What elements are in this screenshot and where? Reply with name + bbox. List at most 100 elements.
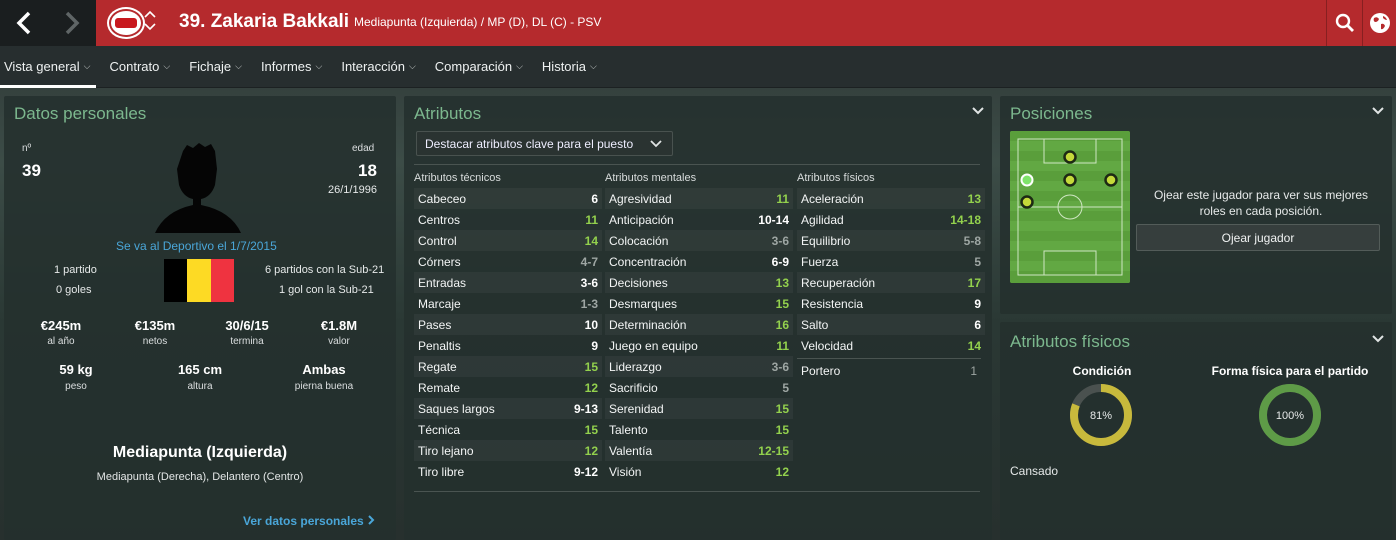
- attribute-row[interactable]: Recuperación 17: [797, 272, 985, 293]
- attribute-row[interactable]: Pases 10: [414, 314, 602, 335]
- attribute-row[interactable]: Aceleración 13: [797, 188, 985, 209]
- highlight-dropdown[interactable]: Destacar atributos clave para el puesto: [416, 131, 673, 156]
- flag-stripe-2: [187, 259, 211, 302]
- attribute-row[interactable]: Anticipación 10-14: [605, 209, 793, 230]
- attribute-row[interactable]: Tiro lejano 12: [414, 440, 602, 461]
- club-switch-arrows[interactable]: [144, 9, 156, 35]
- chevron-down-icon: [1372, 107, 1384, 115]
- menu-contrato[interactable]: Contrato ⌵: [105, 46, 170, 88]
- date-of-birth: 26/1/1996: [328, 184, 377, 196]
- attribute-row[interactable]: Remate 12: [414, 377, 602, 398]
- attribute-row[interactable]: Decisiones 13: [605, 272, 793, 293]
- attribute-row[interactable]: Juego en equipo 11: [605, 335, 793, 356]
- attribute-row[interactable]: Valentía 12-15: [605, 440, 793, 461]
- attribute-row[interactable]: Velocidad 14: [797, 335, 985, 356]
- attribute-name: Resistencia: [801, 296, 864, 311]
- weight-value: 59 kg: [59, 362, 93, 377]
- attribute-row[interactable]: Penaltis 9: [414, 335, 602, 356]
- attribute-row[interactable]: Tiro libre 9-12: [414, 461, 602, 482]
- attribute-value: 5: [974, 254, 981, 269]
- nationality-flag[interactable]: [164, 259, 234, 302]
- attribute-row[interactable]: Saques largos 9-13: [414, 398, 602, 419]
- attribute-value: 12: [584, 380, 598, 395]
- attribute-row[interactable]: Agilidad 14-18: [797, 209, 985, 230]
- attribute-name: Juego en equipo: [609, 338, 698, 353]
- back-button[interactable]: [0, 0, 48, 46]
- attribute-name: Decisiones: [609, 275, 668, 290]
- attributes-title: Atributos: [414, 104, 482, 123]
- attribute-row[interactable]: Entradas 3-6: [414, 272, 602, 293]
- club-crest[interactable]: [109, 9, 143, 37]
- attribute-value: 5: [782, 380, 789, 395]
- attribute-row[interactable]: Córners 4-7: [414, 251, 602, 272]
- scout-text-2: roles en cada posición.: [1199, 204, 1323, 218]
- attribute-row[interactable]: Serenidad 15: [605, 398, 793, 419]
- attribute-value: 9-13: [573, 401, 598, 416]
- attribute-row[interactable]: Liderazgo 3-6: [605, 356, 793, 377]
- net-wage-label: netos: [142, 336, 168, 347]
- attribute-row[interactable]: Salto 6: [797, 314, 985, 335]
- attribute-row[interactable]: Marcaje 1-3: [414, 293, 602, 314]
- goalkeeper-row[interactable]: Portero 1: [797, 360, 981, 381]
- menu-label: Contrato: [109, 59, 160, 74]
- attribute-value: 11: [585, 212, 598, 227]
- globe-icon: [1369, 13, 1390, 33]
- menu-interaccion[interactable]: Interacción ⌵: [337, 46, 415, 88]
- attribute-name: Sacrificio: [609, 380, 658, 395]
- attribute-row[interactable]: Fuerza 5: [797, 251, 985, 272]
- menu-historia[interactable]: Historia ⌵: [538, 46, 597, 88]
- forward-button[interactable]: [48, 0, 96, 46]
- attribute-value: 9-12: [573, 464, 598, 479]
- attribute-row[interactable]: Centros 11: [414, 209, 602, 230]
- attribute-name: Centros: [418, 212, 461, 227]
- attribute-value: 14-18: [950, 212, 981, 227]
- pos-amc: [1063, 173, 1077, 187]
- attribute-name: Control: [418, 233, 457, 248]
- menu-informes[interactable]: Informes ⌵: [257, 46, 322, 88]
- attribute-row[interactable]: Resistencia 9: [797, 293, 985, 314]
- scout-player-button[interactable]: Ojear jugador: [1136, 224, 1380, 251]
- attribute-row[interactable]: Cabeceo 6: [414, 188, 602, 209]
- physical-title: Atributos físicos: [1010, 332, 1130, 351]
- menu-comparacion[interactable]: Comparación ⌵: [431, 46, 523, 88]
- transfer-note[interactable]: Se va al Deportivo el 1/7/2015: [116, 239, 277, 253]
- chevron-down-icon: ⌵: [235, 61, 242, 71]
- attribute-name: Colocación: [609, 233, 669, 248]
- attribute-value: 17: [967, 275, 981, 290]
- attribute-value: 6: [591, 191, 598, 206]
- menu-label: Fichaje: [189, 59, 232, 74]
- attribute-name: Entradas: [418, 275, 467, 290]
- attribute-name: Tiro lejano: [418, 443, 474, 458]
- flag-stripe-1: [164, 259, 188, 302]
- menu-fichaje[interactable]: Fichaje ⌵: [185, 46, 242, 88]
- physical-collapse[interactable]: [1372, 332, 1384, 346]
- attribute-row[interactable]: Control 14: [414, 230, 602, 251]
- attribute-row[interactable]: Sacrificio 5: [605, 377, 793, 398]
- attribute-row[interactable]: Equilibrio 5-8: [797, 230, 985, 251]
- attribute-value: 13: [967, 191, 981, 206]
- pitch-diagram: [1010, 131, 1130, 283]
- attribute-row[interactable]: Talento 15: [605, 419, 793, 440]
- attribute-name: Tiro libre: [418, 464, 465, 479]
- globe-button[interactable]: [1362, 0, 1396, 46]
- attribute-row[interactable]: Agresividad 11: [605, 188, 793, 209]
- attribute-row[interactable]: Visión 12: [605, 461, 793, 482]
- position-pitch: [1010, 131, 1130, 283]
- attribute-name: Anticipación: [609, 212, 674, 227]
- chevron-down-icon: ⌵: [315, 61, 323, 71]
- positions-collapse[interactable]: [1372, 104, 1384, 118]
- attributes-collapse[interactable]: [972, 104, 984, 118]
- goals-count: 0 goles: [56, 284, 92, 296]
- top-actions: [1326, 0, 1396, 46]
- personal-details-link[interactable]: Ver datos personales: [243, 514, 375, 528]
- mental-header: Atributos mentales: [605, 172, 697, 184]
- menu-label: Historia: [541, 59, 586, 74]
- attribute-row[interactable]: Técnica 15: [414, 419, 602, 440]
- attribute-row[interactable]: Colocación 3-6: [605, 230, 793, 251]
- search-button[interactable]: [1326, 0, 1362, 46]
- attribute-row[interactable]: Determinación 16: [605, 314, 793, 335]
- attribute-row[interactable]: Regate 15: [414, 356, 602, 377]
- menu-vista-general[interactable]: Vista general ⌵: [0, 46, 98, 88]
- attribute-row[interactable]: Concentración 6-9: [605, 251, 793, 272]
- attribute-row[interactable]: Desmarques 15: [605, 293, 793, 314]
